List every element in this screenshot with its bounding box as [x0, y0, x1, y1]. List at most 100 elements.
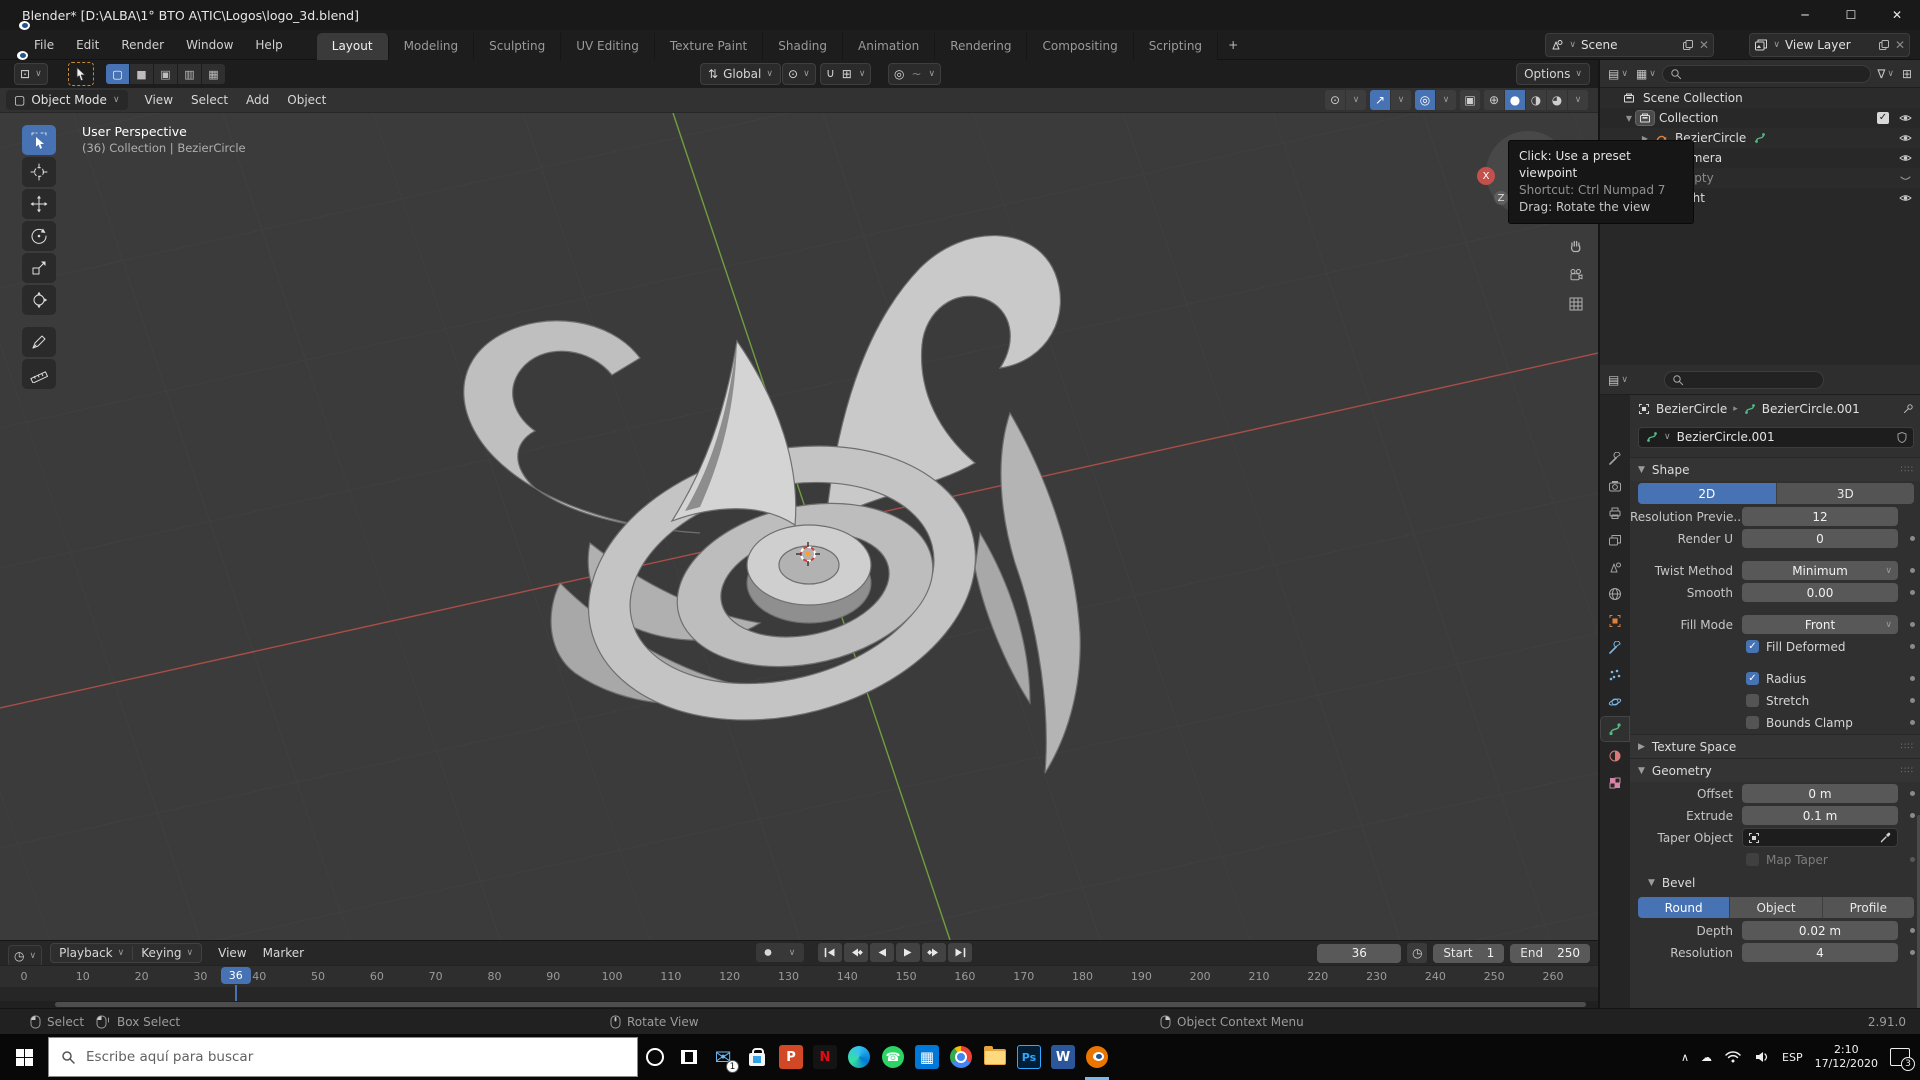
- panel-header-texture-space[interactable]: ▶Texture Space∷∷: [1630, 734, 1920, 758]
- shading-wireframe-button[interactable]: ⊕: [1484, 90, 1504, 110]
- speaker-icon[interactable]: [1754, 1050, 1770, 1064]
- delete-view-layer-button[interactable]: ✕: [1895, 38, 1905, 52]
- menu-item-file[interactable]: File: [24, 34, 64, 56]
- pin-icon[interactable]: [1902, 403, 1914, 415]
- object-visibility-button[interactable]: ⊙: [1325, 90, 1345, 110]
- overlays-dropdown[interactable]: ∨: [1436, 90, 1456, 110]
- value-offset[interactable]: 0 m: [1742, 784, 1898, 803]
- pivot-point-dropdown[interactable]: ⊙∨: [782, 63, 816, 85]
- properties-tab-world[interactable]: [1601, 582, 1629, 606]
- value-resolution-previe[interactable]: 12: [1742, 507, 1898, 526]
- outliner-search-input[interactable]: [1662, 65, 1871, 83]
- timeline-menu-marker[interactable]: Marker: [263, 946, 304, 960]
- value-render-u[interactable]: 0: [1742, 529, 1898, 548]
- segment-object[interactable]: Object: [1730, 897, 1822, 918]
- checkbox-fill-deformed[interactable]: ✓: [1746, 640, 1759, 653]
- snapping-controls[interactable]: ∩ ⊞∨: [820, 63, 871, 85]
- filter-funnel-button[interactable]: ∇∨: [1875, 67, 1896, 81]
- timeline-track-area[interactable]: [0, 987, 1598, 1001]
- tool-scale[interactable]: [22, 253, 56, 283]
- animate-dot[interactable]: [1910, 857, 1915, 862]
- proportional-editing-controls[interactable]: ◎ ~∨: [888, 63, 941, 85]
- keyboard-language[interactable]: ESP: [1782, 1051, 1803, 1064]
- properties-tab-output[interactable]: [1601, 501, 1629, 525]
- wifi-icon[interactable]: [1724, 1050, 1742, 1064]
- cortana-button[interactable]: [638, 1034, 672, 1080]
- properties-tab-view-layer[interactable]: [1601, 528, 1629, 552]
- animate-dot[interactable]: [1910, 536, 1915, 541]
- delete-scene-button[interactable]: ✕: [1699, 38, 1709, 52]
- fake-user-shield-icon[interactable]: [1896, 431, 1908, 444]
- add-workspace-button[interactable]: +: [1218, 33, 1248, 57]
- checkbox-stretch[interactable]: [1746, 694, 1759, 707]
- jump-to-start-button[interactable]: [818, 943, 842, 962]
- value-resolution[interactable]: 4: [1742, 943, 1898, 962]
- view-layer-selector[interactable]: ∨ View Layer ✕: [1749, 33, 1910, 57]
- menu-item-select[interactable]: Select: [182, 93, 237, 107]
- visibility-dropdown[interactable]: ∨: [1346, 90, 1366, 110]
- segment-3d[interactable]: 3D: [1777, 483, 1915, 504]
- properties-tab-texture[interactable]: [1601, 771, 1629, 795]
- animate-dot[interactable]: [1910, 928, 1915, 933]
- next-keyframe-button[interactable]: [922, 943, 946, 962]
- exclude-checkbox[interactable]: ✓: [1877, 112, 1889, 124]
- xray-toggle-button[interactable]: ▣: [1460, 90, 1480, 110]
- taskbar-search-input[interactable]: Escribe aquí para buscar: [48, 1037, 638, 1077]
- tool-annotate[interactable]: [22, 327, 56, 357]
- shading-dropdown[interactable]: ∨: [1568, 90, 1588, 110]
- tool-move[interactable]: [22, 189, 56, 219]
- tab-sculpting[interactable]: Sculpting: [474, 33, 561, 60]
- data-name-field[interactable]: ∨ BezierCircle.001: [1638, 427, 1914, 448]
- value-extrude[interactable]: 0.1 m: [1742, 806, 1898, 825]
- timeline-editor-type-button[interactable]: ◷∨: [8, 945, 42, 967]
- start-button[interactable]: [0, 1034, 48, 1080]
- tool-cursor[interactable]: [22, 157, 56, 187]
- tool-transform[interactable]: [22, 285, 56, 315]
- show-overlays-button[interactable]: ◎: [1415, 90, 1435, 110]
- tab-compositing[interactable]: Compositing: [1027, 33, 1133, 60]
- taskbar-app-whatsapp[interactable]: ☎: [876, 1034, 910, 1080]
- tab-scripting[interactable]: Scripting: [1134, 33, 1218, 60]
- timeline-menu-keying[interactable]: Keying∨: [133, 946, 201, 960]
- menu-item-object[interactable]: Object: [278, 93, 335, 107]
- tab-texture-paint[interactable]: Texture Paint: [655, 33, 763, 60]
- tab-uv-editing[interactable]: UV Editing: [561, 33, 655, 60]
- properties-tab-scene[interactable]: [1601, 555, 1629, 579]
- select-mode-lasso[interactable]: ▥: [178, 64, 201, 84]
- menu-item-edit[interactable]: Edit: [66, 34, 109, 56]
- current-frame-field[interactable]: 36: [1317, 944, 1401, 963]
- expander-down-icon[interactable]: ▼: [1622, 114, 1636, 123]
- minimize-button[interactable]: ─: [1782, 0, 1828, 30]
- frame-start-field[interactable]: Start 1: [1433, 944, 1504, 963]
- tool-measure[interactable]: [22, 359, 56, 389]
- outliner-row-collection[interactable]: ▼Collection✓: [1600, 108, 1920, 128]
- properties-tab-material[interactable]: [1601, 744, 1629, 768]
- shading-material-button[interactable]: ◑: [1526, 90, 1546, 110]
- segment-2d[interactable]: 2D: [1638, 483, 1777, 504]
- taskbar-clock[interactable]: 2:10 17/12/2020: [1815, 1043, 1878, 1071]
- tab-modeling[interactable]: Modeling: [389, 33, 475, 60]
- menu-item-window[interactable]: Window: [176, 34, 243, 56]
- options-dropdown[interactable]: Options ∨: [1516, 63, 1590, 85]
- 3d-viewport[interactable]: User Perspective (36) Collection | Bezie…: [0, 113, 1598, 940]
- drag-dots-icon[interactable]: ∷∷: [1901, 766, 1914, 776]
- value-depth[interactable]: 0.02 m: [1742, 921, 1898, 940]
- current-frame-label[interactable]: 36: [221, 967, 251, 984]
- taskbar-app-mail[interactable]: ✉1: [706, 1034, 740, 1080]
- breadcrumb-data[interactable]: BezierCircle.001: [1762, 402, 1860, 416]
- taskbar-app-netflix[interactable]: N: [808, 1034, 842, 1080]
- value-twist-method[interactable]: Minimum∨: [1742, 561, 1898, 580]
- menu-item-help[interactable]: Help: [245, 34, 292, 56]
- viewport-ortho-toggle-button[interactable]: [1568, 296, 1584, 312]
- auto-keying-stopwatch-icon[interactable]: ◷: [1407, 943, 1427, 963]
- checkbox-bounds-clamp[interactable]: [1746, 716, 1759, 729]
- visibility-eye-closed-icon[interactable]: [1899, 173, 1912, 183]
- outliner-display-mode-button[interactable]: ▤∨: [1606, 67, 1630, 81]
- mode-dropdown[interactable]: ▢ Object Mode ∨: [6, 90, 128, 110]
- jump-to-end-button[interactable]: [948, 943, 972, 962]
- gizmo-x-axis-ball[interactable]: X: [1477, 167, 1495, 185]
- transform-orientation-dropdown[interactable]: ⇅ Global ∨: [700, 63, 781, 85]
- animate-dot[interactable]: [1910, 590, 1915, 595]
- shading-rendered-button[interactable]: ◕: [1547, 90, 1567, 110]
- menu-item-render[interactable]: Render: [111, 34, 174, 56]
